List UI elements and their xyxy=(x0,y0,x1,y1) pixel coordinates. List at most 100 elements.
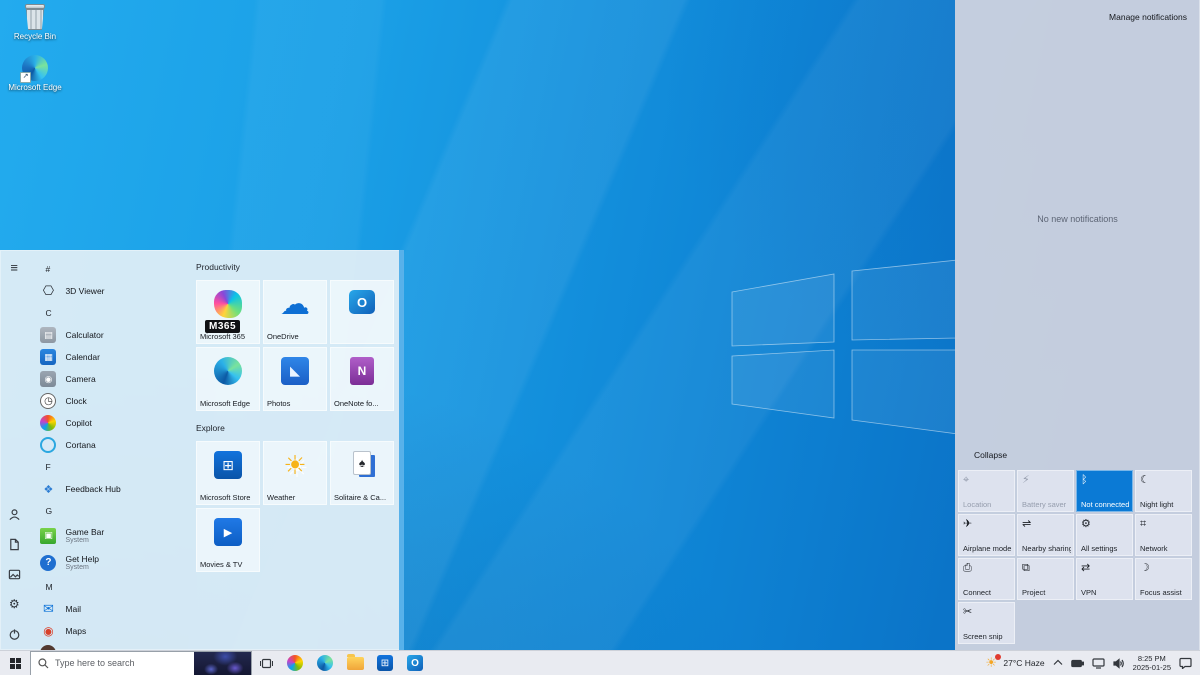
tile-microsoft-store[interactable]: Microsoft Store xyxy=(196,441,260,505)
start-button[interactable] xyxy=(0,651,30,675)
desktop-icon-label: Recycle Bin xyxy=(4,32,66,41)
microsoft-store-icon xyxy=(214,451,242,479)
quick-action-focus-assist[interactable]: ☽Focus assist xyxy=(1135,558,1192,600)
weather-widget[interactable]: ☀ 27°C Haze xyxy=(985,656,1044,670)
battery-icon[interactable] xyxy=(1071,659,1084,668)
rail-button-power[interactable] xyxy=(6,626,22,642)
tile-onenote[interactable]: OneNote fo... xyxy=(330,347,394,411)
app-list-item-copilot[interactable]: Copilot xyxy=(32,412,188,434)
focus-assist-icon: ☽ xyxy=(1140,562,1187,574)
tile-label: OneDrive xyxy=(267,332,324,341)
tile-photos[interactable]: Photos xyxy=(263,347,327,411)
manage-notifications-link[interactable]: Manage notifications xyxy=(1109,12,1187,22)
tile-outlook[interactable] xyxy=(330,280,394,344)
app-list-item-game-bar[interactable]: Game BarSystem xyxy=(32,522,188,549)
weather-icon: ☀ xyxy=(985,656,999,670)
copilot-icon xyxy=(287,655,303,671)
search-input[interactable] xyxy=(55,658,188,668)
scissors-icon: ✂ xyxy=(963,606,1010,618)
start-menu-rail: ≡⚙ xyxy=(0,250,28,650)
action-center-icon[interactable] xyxy=(1179,657,1192,669)
quick-action-connect[interactable]: ⎙Connect xyxy=(958,558,1015,600)
tile-solitaire[interactable]: Solitaire & Ca... xyxy=(330,441,394,505)
quick-action-screen-snip[interactable]: ✂ Screen snip xyxy=(958,602,1015,644)
taskbar-clock[interactable]: 8:25 PM 2025-01-25 xyxy=(1133,654,1171,673)
desktop: Recycle Bin Microsoft Edge ≡⚙ #3D Viewer… xyxy=(0,0,1200,675)
vpn-icon: ⇄ xyxy=(1081,562,1128,574)
rail-button-menu[interactable]: ≡ xyxy=(6,259,22,275)
tile-movies-tv[interactable]: Movies & TV xyxy=(196,508,260,572)
connect-icon: ⎙ xyxy=(963,562,1010,574)
quick-action-bluetooth[interactable]: ᛒNot connected xyxy=(1076,470,1133,512)
app-list-item-3d-viewer[interactable]: 3D Viewer xyxy=(32,280,188,302)
app-list-item-get-help[interactable]: Get HelpSystem xyxy=(32,549,188,576)
taskbar-app-microsoft-edge[interactable] xyxy=(310,651,340,675)
app-list-header-g[interactable]: G xyxy=(32,500,188,522)
project-icon: ⧉ xyxy=(1022,562,1069,574)
app-list-item-camera[interactable]: Camera xyxy=(32,368,188,390)
rail-button-account[interactable] xyxy=(6,506,22,522)
microsoft-store-icon xyxy=(377,655,393,671)
weather-icon xyxy=(281,451,309,479)
tile-onedrive[interactable]: OneDrive xyxy=(263,280,327,344)
tile-label: OneNote fo... xyxy=(334,399,391,408)
quick-action-airplane-mode[interactable]: ✈Airplane mode xyxy=(958,514,1015,556)
app-list-item-maps[interactable]: Maps xyxy=(32,620,188,642)
rail-button-pictures[interactable] xyxy=(6,566,22,582)
app-list-item-clock[interactable]: Clock xyxy=(32,390,188,412)
taskbar-search[interactable] xyxy=(30,651,252,675)
app-list-item-calendar[interactable]: Calendar xyxy=(32,346,188,368)
hidden-icons-chevron[interactable] xyxy=(1053,659,1063,667)
tile-label: Movies & TV xyxy=(200,560,257,569)
tile-microsoft-365[interactable]: M365Microsoft 365 xyxy=(196,280,260,344)
weather-text: 27°C Haze xyxy=(1003,658,1044,668)
quick-action-all-settings[interactable]: ⚙All settings xyxy=(1076,514,1133,556)
tile-group-title-explore[interactable]: Explore xyxy=(196,423,394,441)
taskbar-app-file-explorer[interactable] xyxy=(340,651,370,675)
quick-action-location[interactable]: ⌖Location xyxy=(958,470,1015,512)
copilot-icon xyxy=(40,415,56,431)
start-menu-app-list: #3D ViewerCCalculatorCalendarCameraClock… xyxy=(28,250,188,650)
quick-action-project[interactable]: ⧉ Project xyxy=(1017,558,1074,600)
tile-label: Microsoft Store xyxy=(200,493,257,502)
action-center: Manage notifications No new notification… xyxy=(955,0,1200,650)
desktop-icon-microsoft-edge[interactable]: Microsoft Edge xyxy=(4,55,66,92)
app-list-header-c[interactable]: C xyxy=(32,302,188,324)
quick-action-label: Project xyxy=(1022,588,1071,597)
file-explorer-icon xyxy=(347,657,364,670)
app-list-item-cortana[interactable]: Cortana xyxy=(32,434,188,456)
app-list-item-calculator[interactable]: Calculator xyxy=(32,324,188,346)
app-list-item-feedback-hub[interactable]: Feedback Hub xyxy=(32,478,188,500)
quick-action-label: Airplane mode xyxy=(963,544,1012,553)
app-list-header-m[interactable]: M xyxy=(32,576,188,598)
rail-button-settings[interactable]: ⚙ xyxy=(6,596,22,612)
app-list-item-media-player[interactable]: Media Player xyxy=(32,642,188,650)
desktop-icon-recycle-bin[interactable]: Recycle Bin xyxy=(4,4,66,41)
app-list-header-f[interactable]: F xyxy=(32,456,188,478)
search-highlight-image[interactable] xyxy=(194,652,251,675)
quick-action-label: Battery saver xyxy=(1022,500,1071,509)
rail-button-documents[interactable] xyxy=(6,536,22,552)
quick-action-label: Night light xyxy=(1140,500,1189,509)
app-list-header-#[interactable]: # xyxy=(32,258,188,280)
quick-action-night-light[interactable]: ☾Night light xyxy=(1135,470,1192,512)
quick-action-network[interactable]: ⌗Network xyxy=(1135,514,1192,556)
task-view-button[interactable] xyxy=(252,651,280,675)
taskbar-app-copilot[interactable] xyxy=(280,651,310,675)
tile-microsoft-edge[interactable]: Microsoft Edge xyxy=(196,347,260,411)
quick-action-nearby-sharing[interactable]: ⇌Nearby sharing xyxy=(1017,514,1074,556)
quick-action-vpn[interactable]: ⇄VPN xyxy=(1076,558,1133,600)
hamburger-icon: ≡ xyxy=(10,260,18,275)
taskbar-app-outlook[interactable] xyxy=(400,651,430,675)
tile-group-title-productivity[interactable]: Productivity xyxy=(196,262,394,280)
network-icon[interactable] xyxy=(1092,658,1105,669)
quick-action-battery-saver[interactable]: ⚡Battery saver xyxy=(1017,470,1074,512)
start-menu-scrollbar[interactable] xyxy=(399,250,404,650)
search-icon xyxy=(38,658,49,669)
app-list-item-mail[interactable]: Mail xyxy=(32,598,188,620)
collapse-link[interactable]: Collapse xyxy=(974,450,1192,460)
tile-weather[interactable]: Weather xyxy=(263,441,327,505)
volume-icon[interactable] xyxy=(1113,658,1125,669)
quick-action-label: Screen snip xyxy=(963,632,1012,641)
taskbar-app-microsoft-store[interactable] xyxy=(370,651,400,675)
